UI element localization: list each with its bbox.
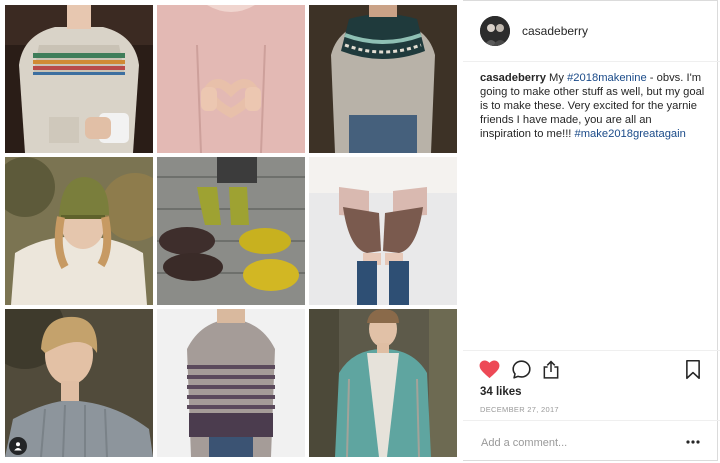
share-icon [543,360,559,379]
grid-tile-green-hat[interactable] [5,157,153,305]
grid-tile-grey-sweater-woman[interactable] [5,309,153,457]
post-sidebar: casadeberry casadeberry My #2018makenine… [463,0,720,463]
post-header: casadeberry [463,0,720,62]
grid-tile-teal-cardigan[interactable] [309,309,457,457]
grid-tile-fingerless-mitts[interactable] [309,157,457,305]
caption-hashtag-make2018greatagain[interactable]: #make2018greatagain [575,128,686,140]
grid-tile-pink-sweater[interactable] [157,5,305,153]
grid-tile-striped-sweater[interactable] [157,309,305,457]
grid-tile-fairisle-sweater[interactable] [5,5,153,153]
like-button[interactable] [477,357,501,381]
caption-username[interactable]: casadeberry [480,72,546,84]
post-date[interactable]: DECEMBER 27, 2017 [480,405,559,414]
more-options-button[interactable] [685,434,701,450]
post-actions [463,350,720,386]
comment-button[interactable] [509,357,533,381]
grid-tile-yoke-sweater[interactable] [309,5,457,153]
bookmark-button[interactable] [681,357,705,381]
comment-input[interactable] [479,433,673,453]
share-button[interactable] [539,357,563,381]
like-count[interactable]: 34 likes [480,386,522,398]
grid-tile-slippers[interactable] [157,157,305,305]
caption-hashtag-2018makenine[interactable]: #2018makenine [567,72,647,84]
photo-grid[interactable] [0,0,463,463]
caption-text-1: My [545,72,568,84]
bookmark-icon [686,359,700,379]
tagged-user-icon[interactable] [9,437,27,455]
post-caption: casadeberry My #2018makenine - obvs. I'm… [480,71,705,141]
avatar[interactable] [480,16,510,46]
comment-icon [511,359,531,379]
comment-bar [463,420,720,463]
heart-icon [479,360,499,378]
more-options-icon [686,440,700,444]
post-username[interactable]: casadeberry [522,24,588,38]
